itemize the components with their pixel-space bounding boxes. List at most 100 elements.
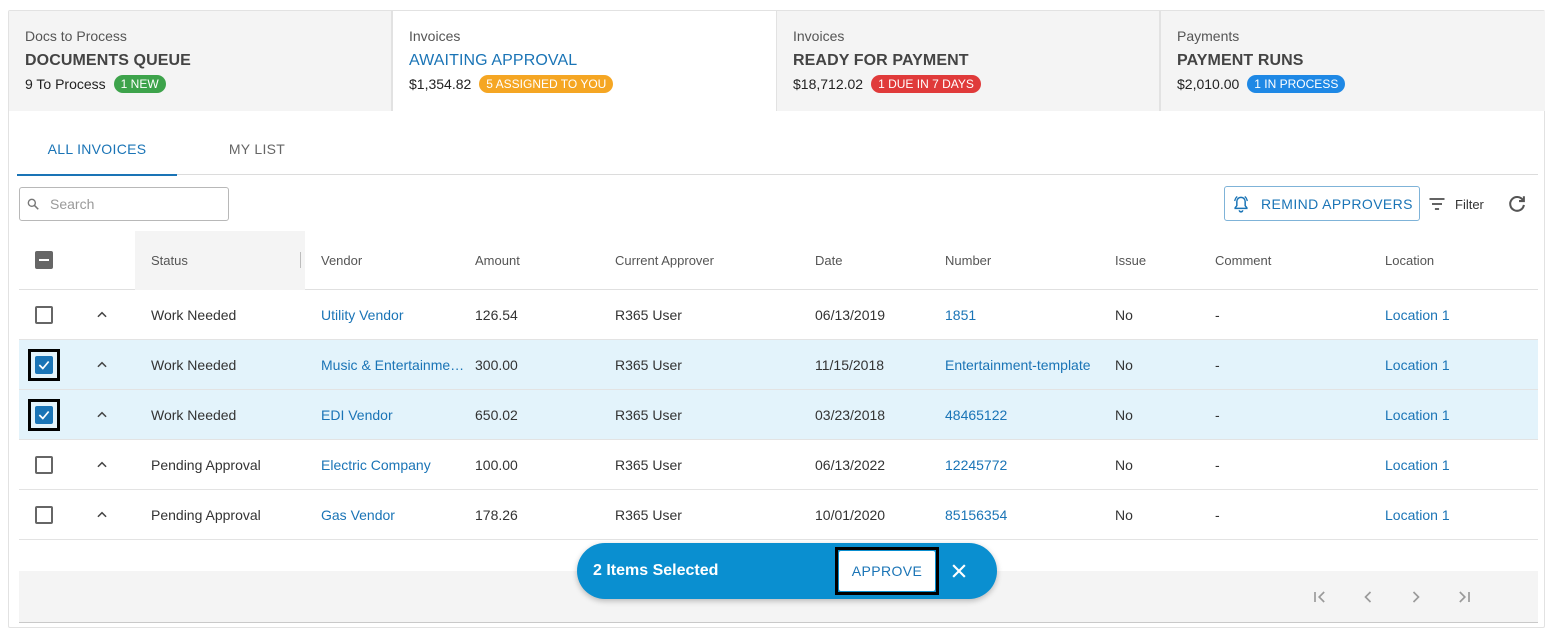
table-row[interactable]: Work Needed EDI Vendor 650.02 R365 User … xyxy=(19,390,1538,440)
select-all-checkbox[interactable] xyxy=(35,251,53,269)
chevron-up-icon[interactable] xyxy=(95,458,109,472)
stage-card-awaiting-approval[interactable]: Invoices AWAITING APPROVAL $1,354.82 5 A… xyxy=(393,11,777,111)
amount-cell: 178.26 xyxy=(475,506,518,523)
next-page-icon[interactable] xyxy=(1406,587,1426,607)
amount-cell: 100.00 xyxy=(475,456,518,473)
column-header-location[interactable]: Location xyxy=(1385,253,1535,268)
amount-cell: 300.00 xyxy=(475,356,518,373)
stage-amount: $1,354.82 xyxy=(409,76,472,92)
chevron-up-icon[interactable] xyxy=(95,308,109,322)
invoice-number-link[interactable]: 85156354 xyxy=(945,507,1115,523)
location-link[interactable]: Location 1 xyxy=(1385,507,1535,523)
chevron-up-icon[interactable] xyxy=(95,508,109,522)
search-input[interactable] xyxy=(50,196,220,212)
row-checkbox[interactable] xyxy=(35,305,53,324)
invoice-number-link[interactable]: 1851 xyxy=(945,307,1115,323)
vendor-link[interactable]: EDI Vendor xyxy=(305,407,475,423)
invoice-tabs: ALL INVOICES MY LIST xyxy=(17,129,1538,176)
chevron-up-icon[interactable] xyxy=(95,358,109,372)
comment-cell: - xyxy=(1215,456,1220,473)
issue-cell: No xyxy=(1115,306,1133,323)
row-checkbox[interactable] xyxy=(35,405,53,424)
tab-all-invoices[interactable]: ALL INVOICES xyxy=(17,129,177,176)
status-cell: Pending Approval xyxy=(151,456,261,473)
approver-cell: R365 User xyxy=(615,306,682,323)
stage-kicker: Invoices xyxy=(409,28,461,44)
remind-approvers-button[interactable]: REMIND APPROVERS xyxy=(1224,186,1420,221)
stage-amount: $18,712.02 xyxy=(793,76,864,92)
status-cell: Work Needed xyxy=(151,406,237,423)
date-cell: 06/13/2022 xyxy=(815,456,886,473)
column-header-issue[interactable]: Issue xyxy=(1115,253,1215,268)
approver-cell: R365 User xyxy=(615,456,682,473)
invoice-number-link[interactable]: 48465122 xyxy=(945,407,1115,423)
invoice-number-link[interactable]: Entertainment-template xyxy=(945,357,1115,373)
issue-cell: No xyxy=(1115,406,1133,423)
table-row[interactable]: Pending Approval Gas Vendor 178.26 R365 … xyxy=(19,490,1538,540)
search-box xyxy=(19,187,229,221)
filter-button[interactable]: Filter xyxy=(1427,192,1484,216)
comment-cell: - xyxy=(1215,506,1220,523)
issue-cell: No xyxy=(1115,506,1133,523)
tab-my-list[interactable]: MY LIST xyxy=(177,129,337,175)
vendor-link[interactable]: Gas Vendor xyxy=(305,507,475,523)
approver-cell: R365 User xyxy=(615,356,682,373)
stage-amount: $2,010.00 xyxy=(1177,76,1240,92)
invoice-workspace: Docs to Process DOCUMENTS QUEUE 9 To Pro… xyxy=(8,10,1545,628)
column-header-vendor[interactable]: Vendor xyxy=(305,253,475,268)
status-cell: Work Needed xyxy=(151,306,237,323)
approver-cell: R365 User xyxy=(615,406,682,423)
comment-cell: - xyxy=(1215,406,1220,423)
stage-title: READY FOR PAYMENT xyxy=(793,52,969,69)
location-link[interactable]: Location 1 xyxy=(1385,307,1535,323)
amount-cell: 650.02 xyxy=(475,406,518,423)
vendor-link[interactable]: Music & Entertainment Vendor xyxy=(305,357,475,373)
column-header-amount[interactable]: Amount xyxy=(475,253,615,268)
row-checkbox[interactable] xyxy=(35,505,53,524)
vendor-link[interactable]: Utility Vendor xyxy=(305,307,475,323)
column-header-comment[interactable]: Comment xyxy=(1215,253,1385,268)
last-page-icon[interactable] xyxy=(1454,587,1474,607)
table-row[interactable]: Work Needed Music & Entertainment Vendor… xyxy=(19,340,1538,390)
alarm-bell-icon xyxy=(1234,195,1248,213)
table-row[interactable]: Work Needed Utility Vendor 126.54 R365 U… xyxy=(19,290,1538,340)
close-icon[interactable] xyxy=(949,561,969,581)
checkmark-icon xyxy=(38,360,50,370)
invoice-number-link[interactable]: 12245772 xyxy=(945,457,1115,473)
row-checkbox[interactable] xyxy=(35,355,53,374)
stage-card-ready-for-payment[interactable]: Invoices READY FOR PAYMENT $18,712.02 1 … xyxy=(777,11,1161,111)
first-page-icon[interactable] xyxy=(1310,587,1330,607)
stage-card-documents-queue[interactable]: Docs to Process DOCUMENTS QUEUE 9 To Pro… xyxy=(9,11,393,111)
row-checkbox[interactable] xyxy=(35,455,53,474)
filter-label: Filter xyxy=(1455,196,1484,212)
table-header: Status Vendor Amount Current Approver Da… xyxy=(19,230,1538,290)
stage-cards: Docs to Process DOCUMENTS QUEUE 9 To Pro… xyxy=(9,11,1546,111)
comment-cell: - xyxy=(1215,306,1220,323)
selected-count: 2 Items Selected xyxy=(593,562,719,579)
stage-title: AWAITING APPROVAL xyxy=(409,52,578,69)
assigned-badge: 5 ASSIGNED TO YOU xyxy=(479,75,614,93)
column-header-approver[interactable]: Current Approver xyxy=(615,253,815,268)
column-header-status[interactable]: Status xyxy=(135,230,305,290)
column-header-number[interactable]: Number xyxy=(945,253,1115,268)
issue-cell: No xyxy=(1115,456,1133,473)
location-link[interactable]: Location 1 xyxy=(1385,457,1535,473)
table-row[interactable]: Pending Approval Electric Company 100.00… xyxy=(19,440,1538,490)
issue-cell: No xyxy=(1115,356,1133,373)
remind-approvers-label: REMIND APPROVERS xyxy=(1261,195,1413,212)
stage-title: PAYMENT RUNS xyxy=(1177,52,1304,69)
previous-page-icon[interactable] xyxy=(1358,587,1378,607)
selection-action-bar: 2 Items Selected APPROVE xyxy=(577,543,997,599)
amount-cell: 126.54 xyxy=(475,306,518,323)
stage-card-payment-runs[interactable]: Payments PAYMENT RUNS $2,010.00 1 IN PRO… xyxy=(1161,11,1545,111)
column-header-date[interactable]: Date xyxy=(815,253,945,268)
search-icon xyxy=(27,198,39,210)
invoice-table: Status Vendor Amount Current Approver Da… xyxy=(19,230,1538,540)
vendor-link[interactable]: Electric Company xyxy=(305,457,475,473)
filter-icon xyxy=(1429,198,1445,210)
refresh-icon[interactable] xyxy=(1506,193,1528,215)
location-link[interactable]: Location 1 xyxy=(1385,407,1535,423)
location-link[interactable]: Location 1 xyxy=(1385,357,1535,373)
approve-button[interactable]: APPROVE xyxy=(839,551,935,591)
chevron-up-icon[interactable] xyxy=(95,408,109,422)
